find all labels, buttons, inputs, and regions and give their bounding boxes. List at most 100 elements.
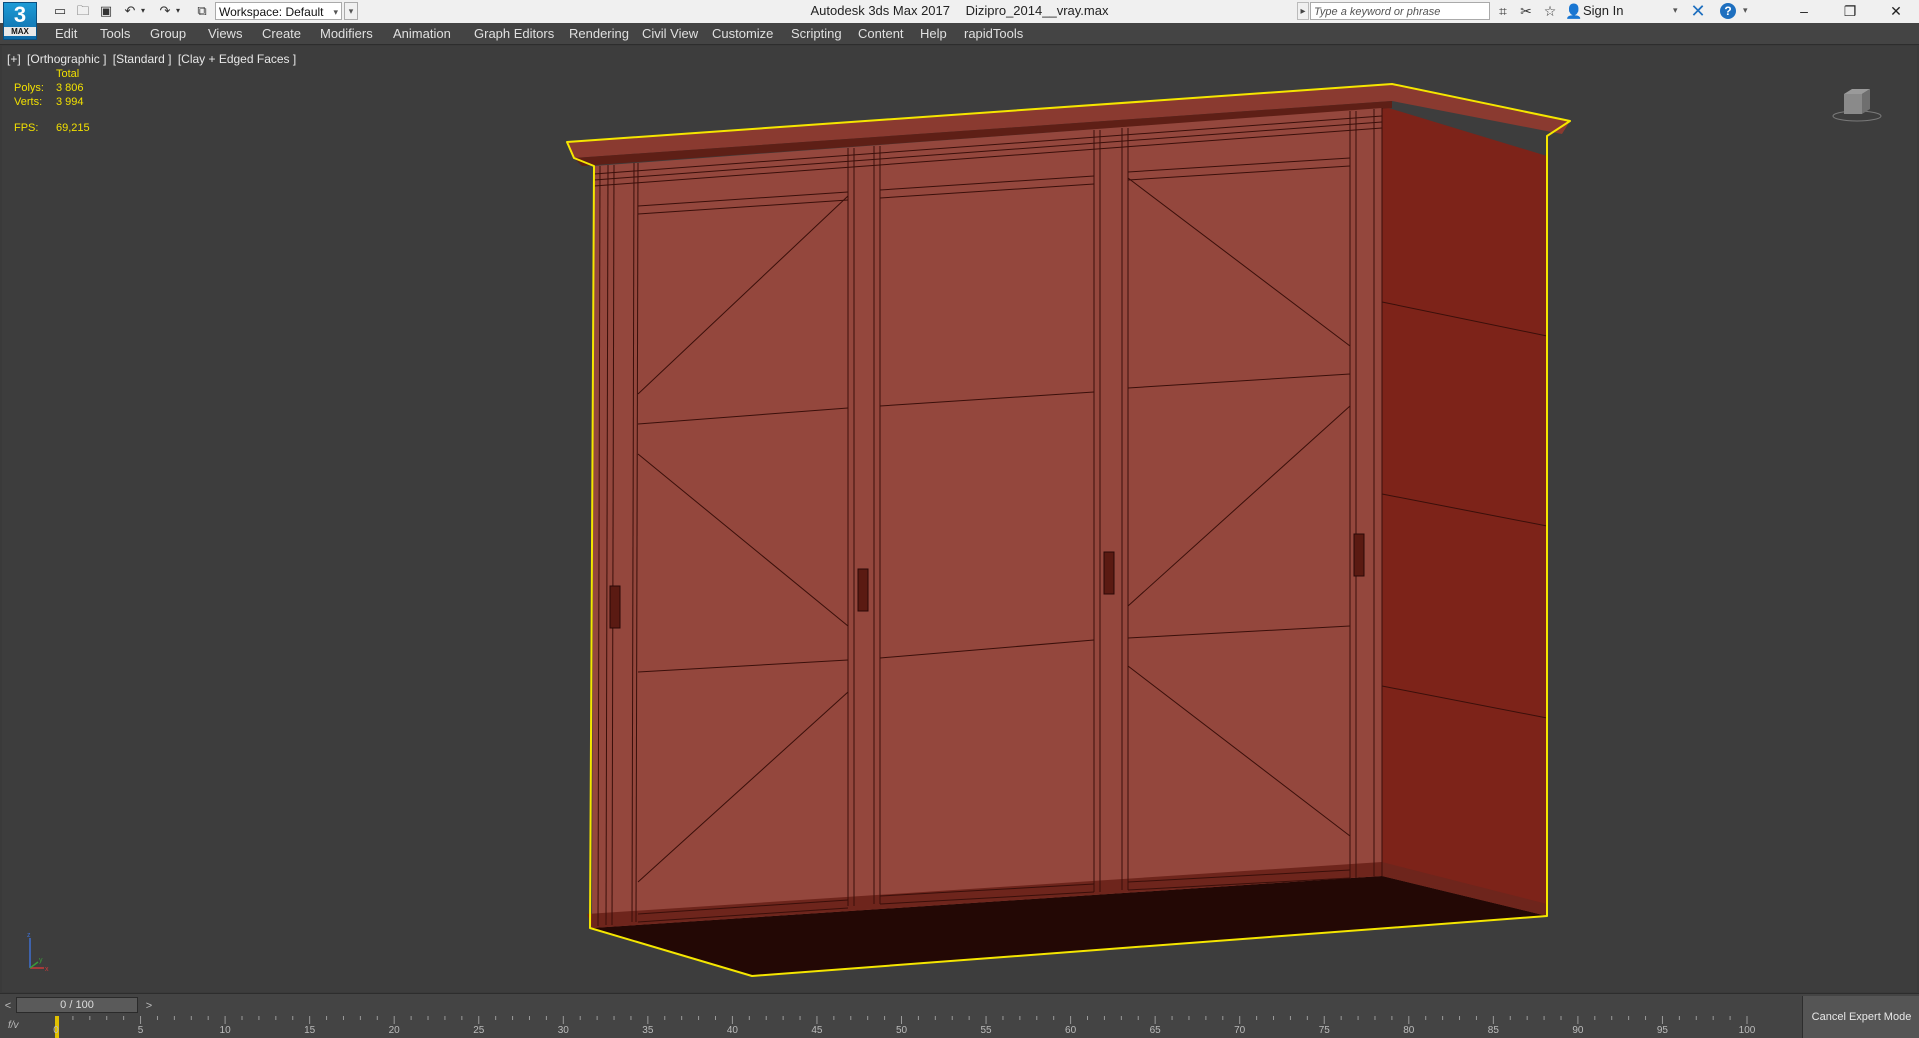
track-tick-label: 80 <box>1403 1025 1415 1036</box>
track-tick-label: 20 <box>388 1025 400 1036</box>
track-tick-label: 75 <box>1318 1025 1330 1036</box>
axis-x-label: x <box>45 966 49 973</box>
file-name: Dizipro_2014__vray.max <box>965 3 1109 18</box>
menu-graph-editors[interactable]: Graph Editors <box>474 26 554 41</box>
sign-in-link[interactable]: Sign In <box>1583 3 1623 18</box>
verts-value: 3 994 <box>56 96 84 108</box>
search-field[interactable] <box>1310 2 1490 20</box>
fps-label: FPS: <box>14 122 39 134</box>
track-tick-label: 90 <box>1572 1025 1584 1036</box>
star-icon[interactable]: ☆ <box>1541 2 1559 20</box>
new-file-icon[interactable]: ▭ <box>50 2 70 20</box>
wardrobe-model[interactable] <box>2 46 1917 992</box>
menu-help[interactable]: Help <box>920 26 947 41</box>
menu-views[interactable]: Views <box>208 26 242 41</box>
close-button[interactable]: ✕ <box>1873 0 1919 23</box>
stats-header: Total <box>56 68 80 80</box>
fps-value: 69,215 <box>56 122 90 134</box>
track-tick-label: 70 <box>1234 1025 1246 1036</box>
menu-content[interactable]: Content <box>858 26 904 41</box>
app-title: Autodesk 3ds Max 2017 <box>810 3 950 18</box>
track-bar[interactable]: 0 5 10 15 20 25 30 35 40 45 50 55 60 65 70 75 80 85 90 95 10… <box>53 1016 1755 1038</box>
menu-create[interactable]: Create <box>262 26 301 41</box>
chevron-down-icon[interactable]: ▾ <box>1673 5 1678 16</box>
redo-icon[interactable]: ↷ <box>155 2 175 20</box>
redo-dropdown-icon[interactable]: ▾ <box>173 2 183 20</box>
track-tick-label: 55 <box>980 1025 992 1036</box>
next-frame-icon[interactable]: > <box>144 998 154 1014</box>
viewport-orthographic[interactable]: [+] [Orthographic ] [Standard ] [Clay + … <box>2 46 1917 992</box>
track-tick-label: 50 <box>895 1025 908 1036</box>
frame-indicator: 0 / 100 <box>60 999 94 1011</box>
undo-icon[interactable]: ↶ <box>120 2 140 20</box>
menu-bar: Edit Tools Group Views Create Modifiers … <box>0 23 1919 45</box>
timeline-panel: < 0 / 100 > f/v 0 5 10 15 20 25 30 35 40 45 50 55 60… <box>0 993 1919 1038</box>
axis-z-label: z <box>27 932 31 939</box>
viewport-visual-style[interactable]: [Clay + Edged Faces ] <box>178 52 296 66</box>
polys-value: 3 806 <box>56 82 84 94</box>
menu-edit[interactable]: Edit <box>55 26 77 41</box>
chevron-down-icon[interactable]: ▾ <box>1743 5 1748 16</box>
cancel-expert-mode-button[interactable]: Cancel Expert Mode <box>1802 996 1919 1038</box>
verts-label: Verts: <box>14 96 43 108</box>
stats-total-row: Total <box>14 68 79 80</box>
satellite-icon[interactable]: ✂ <box>1517 2 1535 20</box>
help-icon[interactable]: ? <box>1720 3 1736 19</box>
track-tick-label: 5 <box>137 1025 144 1036</box>
track-tick-label: 95 <box>1656 1025 1668 1036</box>
stats-verts-row: Verts: 3 994 <box>14 96 84 108</box>
restore-button[interactable]: ❐ <box>1827 0 1873 23</box>
menu-modifiers[interactable]: Modifiers <box>320 26 373 41</box>
undo-dropdown-icon[interactable]: ▾ <box>138 2 148 20</box>
menu-rapidtools[interactable]: rapidTools <box>964 26 1023 41</box>
polys-label: Polys: <box>14 82 44 94</box>
exchange-icon[interactable]: ✕ <box>1688 1 1708 21</box>
time-slider[interactable]: 0 / 100 <box>16 997 138 1013</box>
track-tick-label: 10 <box>219 1025 231 1036</box>
curve-editor-icon[interactable]: f/v <box>8 1018 36 1034</box>
track-tick-label: 30 <box>557 1025 569 1036</box>
viewport-point-of-view[interactable]: [Orthographic ] <box>27 52 106 66</box>
track-tick-label: 35 <box>642 1025 654 1036</box>
stats-fps-row: FPS: 69,215 <box>14 122 90 134</box>
axis-y-label: y <box>39 957 43 964</box>
viewcube-icon[interactable] <box>1832 84 1882 124</box>
track-tick-label: 85 <box>1487 1025 1499 1036</box>
app-logo-caption: MAX <box>4 27 36 36</box>
track-tick-label: 0 <box>53 1025 59 1036</box>
track-tick-label: 40 <box>726 1025 738 1036</box>
axis-tripod-icon: x y z <box>27 932 49 973</box>
previous-frame-icon[interactable]: < <box>3 998 13 1014</box>
menu-tools[interactable]: Tools <box>100 26 130 41</box>
project-folder-icon[interactable]: ⧉ <box>192 2 212 20</box>
binoculars-icon[interactable]: ⌗ <box>1494 2 1512 20</box>
user-icon: 👤 <box>1565 3 1583 19</box>
customize-toolbar-icon[interactable]: ▾ <box>344 2 358 20</box>
title-bar: 3 MAX ▭ 🗀 ▣ ↶ ▾ ↷ ▾ ⧉ Workspace: Default… <box>0 0 1919 40</box>
search-input[interactable] <box>1311 4 1489 20</box>
search-expand-icon[interactable]: ▸ <box>1297 2 1309 20</box>
menu-rendering[interactable]: Rendering <box>569 26 629 41</box>
app-menu-button[interactable]: 3 MAX <box>3 2 37 40</box>
viewport-shading-standard[interactable]: [Standard ] <box>113 52 172 66</box>
save-icon[interactable]: ▣ <box>96 2 116 20</box>
menu-animation[interactable]: Animation <box>393 26 451 41</box>
track-tick-label: 25 <box>473 1025 485 1036</box>
viewport-menu-plus[interactable]: [+] <box>7 52 21 66</box>
chevron-down-icon: ▾ <box>333 7 338 17</box>
track-tick-label: 65 <box>1149 1025 1161 1036</box>
stats-polys-row: Polys: 3 806 <box>14 82 84 94</box>
minimize-button[interactable]: – <box>1781 0 1827 23</box>
track-tick-label: 60 <box>1065 1025 1077 1036</box>
track-tick-label: 15 <box>304 1025 316 1036</box>
track-tick-label: 100 <box>1738 1025 1756 1036</box>
viewport-label[interactable]: [+] [Orthographic ] [Standard ] [Clay + … <box>7 52 299 66</box>
open-file-icon[interactable]: 🗀 <box>73 2 93 20</box>
menu-customize[interactable]: Customize <box>712 26 773 41</box>
app-logo-number: 3 <box>13 2 27 27</box>
workspace-dropdown[interactable]: Workspace: Default ▾ <box>215 2 342 20</box>
menu-group[interactable]: Group <box>150 26 186 41</box>
track-tick-label: 45 <box>811 1025 823 1036</box>
menu-scripting[interactable]: Scripting <box>791 26 842 41</box>
menu-civil-view[interactable]: Civil View <box>642 26 698 41</box>
